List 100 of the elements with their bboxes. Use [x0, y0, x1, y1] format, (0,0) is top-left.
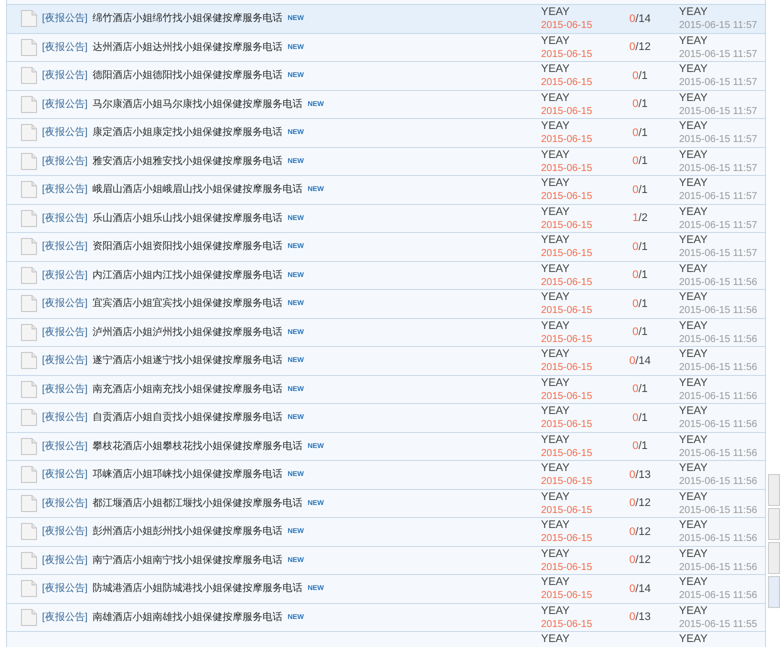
- category-link[interactable]: [夜报公告]: [42, 467, 88, 482]
- author-link[interactable]: YEAY: [541, 63, 570, 76]
- side-tool-button[interactable]: [768, 508, 780, 540]
- last-poster-link[interactable]: YEAY: [679, 234, 708, 247]
- last-poster-link[interactable]: YEAY: [679, 490, 708, 504]
- last-poster-link[interactable]: YEAY: [679, 206, 708, 218]
- side-tool-button[interactable]: [768, 542, 780, 574]
- thread-title-link[interactable]: 德阳酒店小姐德阳找小姐保健按摩服务电话: [92, 68, 283, 84]
- thread-title-link[interactable]: 都江堰酒店小姐都江堰找小姐保健按摩服务电话: [92, 496, 303, 511]
- category-link[interactable]: [夜报公告]: [42, 125, 88, 140]
- author-link[interactable]: YEAY: [541, 6, 570, 19]
- category-link[interactable]: [夜报公告]: [42, 610, 88, 625]
- author-link[interactable]: YEAY: [541, 206, 570, 218]
- view-count: /1: [638, 410, 648, 426]
- last-poster-link[interactable]: YEAY: [679, 148, 708, 162]
- scroll-top-button[interactable]: [768, 474, 780, 506]
- author-link[interactable]: YEAY: [541, 376, 570, 390]
- thread-title-link[interactable]: 攀枝花酒店小姐攀枝花找小姐保健按摩服务电话: [92, 438, 303, 454]
- thread-title-link[interactable]: 内江酒店小姐内江找小姐保健按摩服务电话: [92, 268, 283, 283]
- last-poster-link[interactable]: YEAY: [679, 633, 708, 646]
- category-link[interactable]: [夜报公告]: [42, 40, 88, 55]
- author-link[interactable]: YEAY: [541, 291, 570, 304]
- author-link[interactable]: YEAY: [541, 177, 570, 190]
- thread-title-link[interactable]: 防城港酒店小姐防城港找小姐保健按摩服务电话: [92, 581, 303, 596]
- category-link[interactable]: [夜报公告]: [42, 496, 88, 511]
- last-poster-link[interactable]: YEAY: [679, 519, 708, 532]
- category-link[interactable]: [夜报公告]: [42, 182, 88, 198]
- thread-title-link[interactable]: 南宁酒店小姐南宁找小姐保健按摩服务电话: [92, 552, 283, 568]
- category-link[interactable]: [夜报公告]: [42, 296, 88, 312]
- last-poster-link[interactable]: YEAY: [679, 320, 708, 332]
- author-link[interactable]: YEAY: [541, 462, 570, 475]
- thread-title-link[interactable]: 泸州酒店小姐泸州找小姐保健按摩服务电话: [92, 324, 283, 340]
- author-link[interactable]: YEAY: [541, 92, 570, 104]
- thread-title-link[interactable]: 雅安酒店小姐雅安找小姐保健按摩服务电话: [92, 154, 283, 169]
- last-poster-link[interactable]: YEAY: [679, 262, 708, 276]
- last-poster-link[interactable]: YEAY: [679, 434, 708, 446]
- author-link[interactable]: YEAY: [541, 633, 570, 646]
- category-link[interactable]: [夜报公告]: [42, 382, 88, 397]
- last-poster-link[interactable]: YEAY: [679, 604, 708, 618]
- author-link[interactable]: YEAY: [541, 405, 570, 418]
- category-link[interactable]: [夜报公告]: [42, 268, 88, 283]
- last-poster-link[interactable]: YEAY: [679, 576, 708, 589]
- last-poster-link[interactable]: YEAY: [679, 462, 708, 475]
- last-poster-link[interactable]: YEAY: [679, 376, 708, 390]
- reply-count: 0: [629, 524, 636, 540]
- thread-title-link[interactable]: 绵竹酒店小姐绵竹找小姐保健按摩服务电话: [92, 11, 283, 26]
- author-link[interactable]: YEAY: [541, 548, 570, 560]
- author-link[interactable]: YEAY: [541, 490, 570, 504]
- category-link[interactable]: [夜报公告]: [42, 210, 88, 226]
- emoji-button[interactable]: [768, 576, 780, 608]
- category-link[interactable]: [夜报公告]: [42, 68, 88, 84]
- category-link[interactable]: [夜报公告]: [42, 154, 88, 169]
- thread-title-link[interactable]: 宜宾酒店小姐宜宾找小姐保健按摩服务电话: [92, 296, 283, 312]
- category-link[interactable]: [夜报公告]: [42, 524, 88, 540]
- thread-title-link[interactable]: 马尔康酒店小姐马尔康找小姐保健按摩服务电话: [92, 96, 303, 112]
- author-link[interactable]: YEAY: [541, 234, 570, 247]
- thread-title-link[interactable]: 峨眉山酒店小姐峨眉山找小姐保健按摩服务电话: [92, 182, 303, 198]
- author-link[interactable]: YEAY: [541, 434, 570, 446]
- last-poster-link[interactable]: YEAY: [679, 177, 708, 190]
- last-poster-link[interactable]: YEAY: [679, 348, 708, 361]
- last-poster-link[interactable]: YEAY: [679, 291, 708, 304]
- thread-title-link[interactable]: 遂宁酒店小姐遂宁找小姐保健按摩服务电话: [92, 353, 283, 368]
- category-link[interactable]: [夜报公告]: [42, 410, 88, 426]
- thread-title-link[interactable]: 自贡酒店小姐自贡找小姐保健按摩服务电话: [92, 410, 283, 426]
- last-poster-link[interactable]: YEAY: [679, 405, 708, 418]
- thread-title-link[interactable]: 南充酒店小姐南充找小姐保健按摩服务电话: [92, 382, 283, 397]
- post-date: 2015-06-15: [541, 332, 594, 346]
- thread-title-link[interactable]: 彭州酒店小姐彭州找小姐保健按摩服务电话: [92, 524, 283, 540]
- category-link[interactable]: [夜报公告]: [42, 11, 88, 26]
- thread-title-link[interactable]: 南雄酒店小姐南雄找小姐保健按摩服务电话: [92, 610, 283, 625]
- thread-title-link[interactable]: 资阳酒店小姐资阳找小姐保健按摩服务电话: [92, 239, 283, 254]
- category-link[interactable]: [夜报公告]: [42, 324, 88, 340]
- author-link[interactable]: YEAY: [541, 148, 570, 162]
- last-poster-link[interactable]: YEAY: [679, 34, 708, 48]
- last-post-time: 2015-06-15 11:57: [679, 48, 758, 60]
- category-link[interactable]: [夜报公告]: [42, 438, 88, 454]
- last-poster-link[interactable]: YEAY: [679, 548, 708, 560]
- reply-count: 0: [632, 410, 638, 426]
- last-poster-link[interactable]: YEAY: [679, 92, 708, 104]
- last-poster-link[interactable]: YEAY: [679, 120, 708, 133]
- thread-title-link[interactable]: 邛崃酒店小姐邛崃找小姐保健按摩服务电话: [92, 467, 283, 482]
- category-link[interactable]: [夜报公告]: [42, 96, 88, 112]
- last-poster-link[interactable]: YEAY: [679, 6, 708, 19]
- author-link[interactable]: YEAY: [541, 262, 570, 276]
- last-poster-link[interactable]: YEAY: [679, 63, 708, 76]
- category-link[interactable]: [夜报公告]: [42, 353, 88, 368]
- author-link[interactable]: YEAY: [541, 34, 570, 48]
- thread-title-link[interactable]: 达州酒店小姐达州找小姐保健按摩服务电话: [92, 40, 283, 55]
- category-link[interactable]: [夜报公告]: [42, 552, 88, 568]
- thread-title-link[interactable]: 乐山酒店小姐乐山找小姐保健按摩服务电话: [92, 210, 283, 226]
- author-link[interactable]: YEAY: [541, 604, 570, 618]
- category-link[interactable]: [夜报公告]: [42, 581, 88, 596]
- reply-count: 0: [629, 354, 636, 368]
- author-link[interactable]: YEAY: [541, 348, 570, 361]
- author-link[interactable]: YEAY: [541, 519, 570, 532]
- author-link[interactable]: YEAY: [541, 120, 570, 133]
- thread-title-link[interactable]: 康定酒店小姐康定找小姐保健按摩服务电话: [92, 125, 283, 140]
- author-link[interactable]: YEAY: [541, 320, 570, 332]
- author-link[interactable]: YEAY: [541, 576, 570, 589]
- category-link[interactable]: [夜报公告]: [42, 239, 88, 254]
